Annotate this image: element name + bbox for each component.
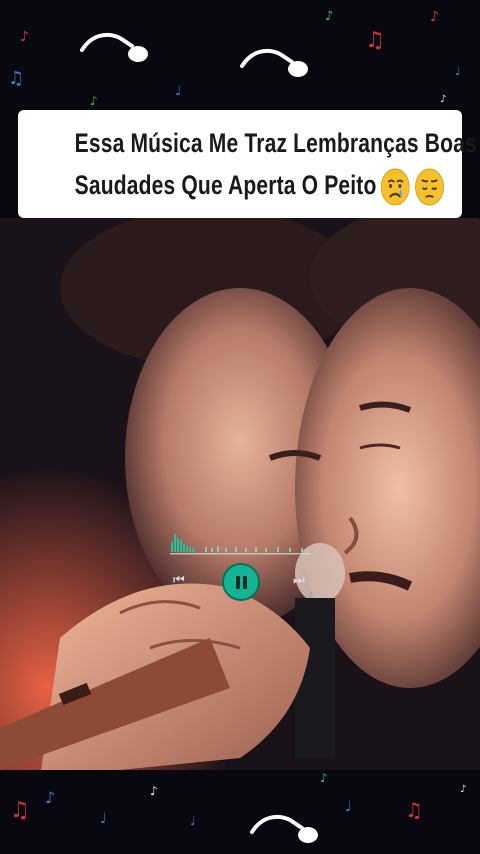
- note-deco-icon: ♫: [405, 798, 423, 822]
- pensive-face-icon: [415, 168, 444, 206]
- audio-waveform: [170, 534, 310, 555]
- note-deco-icon: ♪: [45, 788, 56, 807]
- note-deco-icon: ♩: [345, 799, 352, 815]
- note-deco-icon: ♩: [100, 811, 107, 827]
- note-deco-icon: ♩: [175, 84, 182, 99]
- photo-illustration: [0, 218, 480, 770]
- note-deco-icon: ♪: [430, 9, 439, 25]
- note-deco-icon: ♫: [365, 28, 385, 53]
- note-deco-icon: ♩: [455, 64, 461, 78]
- next-track-icon[interactable]: ⏭: [293, 572, 305, 588]
- crying-face-icon: [380, 168, 410, 206]
- caption-line-2-text: Saudades Que Aperta O Peito: [74, 170, 377, 200]
- caption-line-2: Saudades Que Aperta O Peito: [74, 164, 444, 207]
- note-deco-icon: ♪: [150, 784, 158, 798]
- note-deco-icon: ♫: [8, 68, 25, 89]
- pause-button[interactable]: [222, 563, 260, 601]
- note-deco-icon: ♪: [440, 94, 447, 105]
- singer-photo: [0, 218, 480, 770]
- music-note-icon: [240, 48, 308, 77]
- note-deco-icon: ♪: [325, 9, 334, 24]
- note-deco-icon: ♪: [460, 784, 467, 795]
- caption-line-1: Essa Música Me Traz Lembranças Boas: [74, 128, 477, 158]
- caption-box: Essa Música Me Traz Lembranças Boas Saud…: [18, 110, 477, 218]
- note-deco-icon: ♪: [320, 771, 328, 785]
- music-note-icon: [250, 814, 318, 843]
- note-deco-icon: ♪: [90, 94, 98, 108]
- note-deco-icon: ♫: [10, 798, 30, 823]
- music-note-icon: [80, 32, 148, 62]
- note-deco-icon: ♩: [190, 814, 196, 828]
- previous-track-icon[interactable]: ⏮: [173, 572, 185, 588]
- bottom-decor-band: ♫ ♪ ♩ ♪ ♩ ♪ ♩ ♫ ♪: [0, 770, 480, 854]
- note-deco-icon: ♪: [20, 29, 29, 45]
